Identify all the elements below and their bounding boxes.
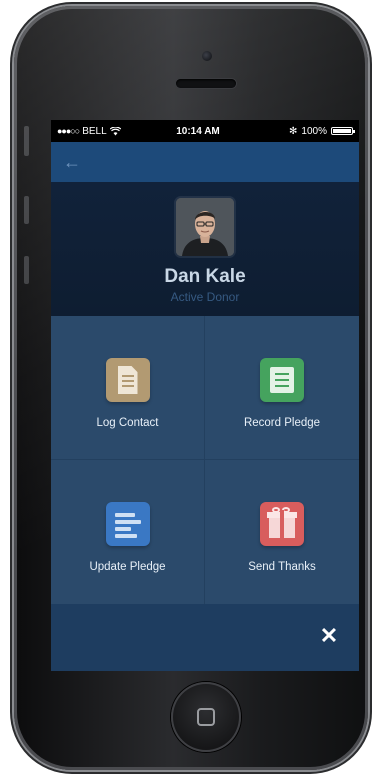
donor-profile-header: Dan Kale Active Donor (51, 182, 359, 316)
signal-strength-icon: ●●●○○ (57, 126, 80, 136)
status-time: 10:14 AM (176, 125, 220, 137)
back-arrow-icon[interactable]: ← (63, 152, 83, 172)
wifi-icon (109, 126, 121, 135)
send-thanks-button[interactable]: Send Thanks (205, 460, 359, 604)
battery-percentage: 100% (301, 125, 327, 137)
home-button[interactable] (171, 682, 241, 752)
donor-status: Active Donor (170, 290, 240, 304)
earpiece-speaker (176, 79, 236, 88)
log-contact-button[interactable]: Log Contact (51, 316, 205, 460)
donor-name: Dan Kale (164, 266, 246, 287)
close-icon[interactable]: ✕ (317, 624, 341, 648)
home-square-icon (197, 708, 215, 726)
record-pledge-button[interactable]: Record Pledge (205, 316, 359, 460)
mute-switch (24, 126, 29, 156)
update-pledge-button[interactable]: Update Pledge (51, 460, 205, 604)
gift-icon (260, 502, 304, 546)
log-contact-label: Log Contact (96, 417, 159, 429)
front-camera (202, 51, 212, 61)
carrier-name: BELL (82, 125, 107, 137)
bluetooth-icon: ✻ (289, 125, 298, 137)
phone-screen: ●●●○○ BELL 10:14 AM ✻ 100% ← Dan Kale Ac… (51, 120, 359, 671)
action-grid: Log Contact Record Pledge Update Pledge (51, 316, 359, 604)
navigation-bar: ← (51, 142, 359, 182)
battery-icon (331, 127, 355, 135)
avatar (176, 198, 234, 256)
document-icon (105, 358, 150, 402)
record-pledge-label: Record Pledge (243, 417, 321, 429)
update-pledge-label: Update Pledge (89, 561, 166, 573)
update-list-icon (105, 502, 150, 546)
volume-up-button (24, 196, 29, 224)
avatar-portrait-image (176, 198, 234, 256)
footer-bar: ✕ (51, 604, 359, 671)
status-bar: ●●●○○ BELL 10:14 AM ✻ 100% (51, 120, 359, 142)
send-thanks-label: Send Thanks (248, 561, 316, 573)
volume-down-button (24, 256, 29, 284)
pledge-card-icon (260, 358, 304, 402)
